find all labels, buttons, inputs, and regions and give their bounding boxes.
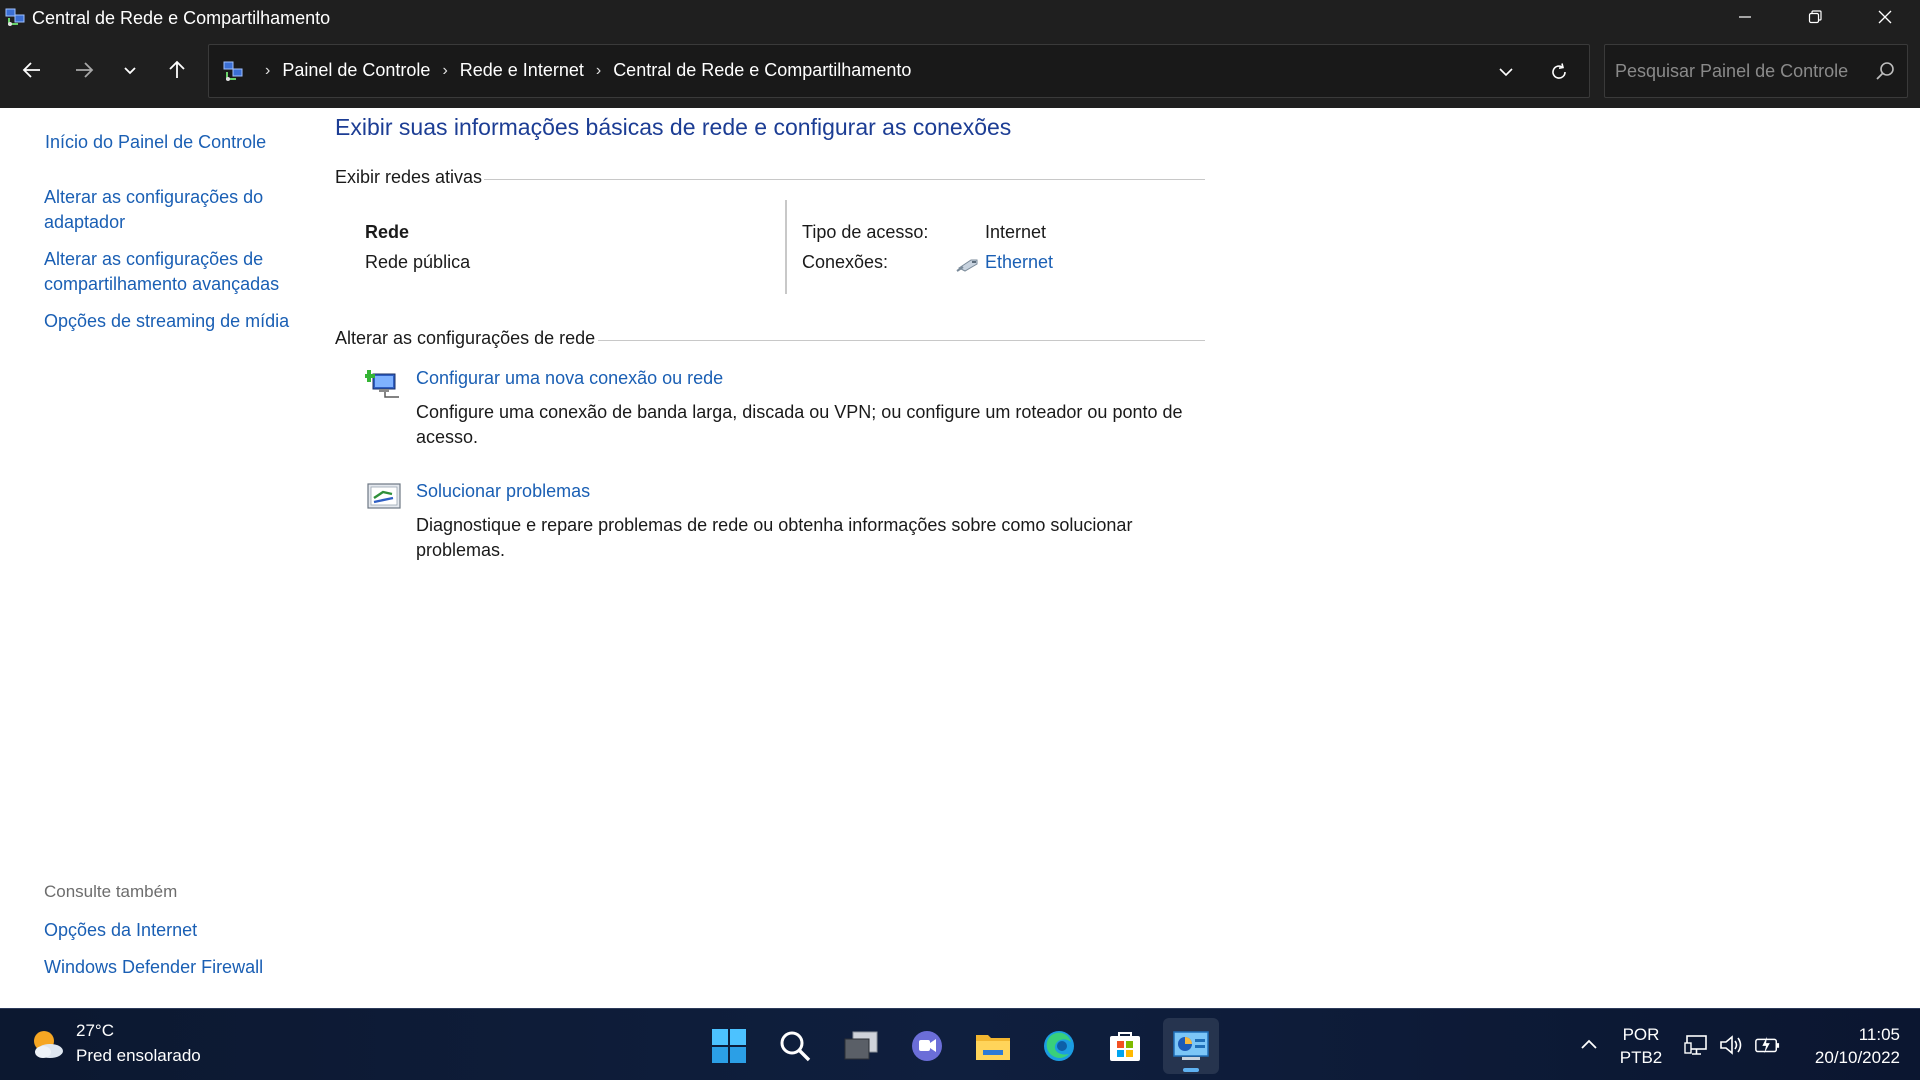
start-icon [712,1029,746,1063]
back-button[interactable] [12,52,52,88]
network-wired-icon[interactable] [1684,1033,1710,1057]
task-view-button[interactable] [833,1018,889,1074]
control-panel-taskbar-button[interactable] [1163,1018,1219,1074]
breadcrumb-network-center[interactable]: Central de Rede e Compartilhamento [613,60,911,81]
volume-icon[interactable] [1718,1033,1744,1057]
keyboard-layout: PTB2 [1619,1048,1663,1067]
teams-chat-button[interactable] [899,1018,955,1074]
section-divider [484,179,1205,180]
page-title: Exibir suas informações básicas de rede … [335,114,1012,140]
address-dropdown-button[interactable] [1492,58,1520,86]
ethernet-link[interactable]: Ethernet [985,252,1053,273]
arrow-up-icon [169,60,185,78]
ethernet-icon [956,259,978,272]
chevron-down-icon [124,67,136,75]
window-title: Central de Rede e Compartilhamento [32,8,331,28]
input-language-indicator[interactable]: POR PTB2 [1618,1023,1664,1069]
system-clock[interactable]: 11:05 20/10/2022 [1800,1023,1900,1069]
refresh-icon [1552,63,1566,79]
new-connection-icon [365,370,399,398]
network-category: Rede pública [365,252,471,272]
sidebar-link-internet-options[interactable]: Opções da Internet [44,918,304,943]
sidebar-link-defender-firewall[interactable]: Windows Defender Firewall [44,955,304,980]
task-link-troubleshoot[interactable]: Solucionar problemas [416,481,590,502]
store-button[interactable] [1097,1018,1153,1074]
chat-icon [912,1031,942,1061]
arrow-right-icon [76,62,94,78]
forward-button[interactable] [64,52,104,88]
task-view-icon [844,1031,878,1060]
weather-sun-cloud-icon[interactable] [28,1025,66,1063]
chevron-up-icon[interactable] [1578,1033,1600,1055]
breadcrumb: › Painel de Controle › Rede e Internet ›… [253,60,911,81]
access-type-label: Tipo de acesso: [802,222,929,242]
chevron-down-icon [1499,68,1513,77]
close-button[interactable] [1850,0,1920,34]
navigation-bar: › Painel de Controle › Rede e Internet ›… [0,34,1920,108]
recent-locations-button[interactable] [110,52,150,88]
change-settings-heading: Alterar as configurações de rede [335,328,596,348]
start-button[interactable] [701,1018,757,1074]
search-box [1604,44,1908,98]
weather-description[interactable]: Pred ensolarado [76,1046,201,1066]
breadcrumb-separator[interactable]: › [442,62,447,80]
sidebar: Início do Painel de Controle Alterar as … [0,108,315,1008]
troubleshoot-icon [367,483,401,509]
title-bar: Central de Rede e Compartilhamento [0,0,1920,34]
breadcrumb-separator[interactable]: › [596,62,601,80]
clock-time: 11:05 [1858,1025,1900,1044]
store-icon [1110,1032,1140,1061]
breadcrumb-control-panel[interactable]: Painel de Controle [282,60,430,81]
minimize-icon [1739,16,1751,18]
up-button[interactable] [157,52,197,88]
connections-label: Conexões: [802,252,889,272]
task-description-troubleshoot: Diagnostique e repare problemas de rede … [416,515,1133,560]
taskbar: 27°C Pred ensolarado POR PTB2 11:05 20/1… [0,1008,1920,1080]
search-icon [780,1031,811,1062]
network-name: Rede [365,222,410,242]
edge-icon [1044,1031,1074,1061]
control-panel-icon [1173,1031,1209,1060]
sidebar-link-advanced-sharing[interactable]: Alterar as configurações de compartilham… [44,247,304,297]
minimize-button[interactable] [1710,0,1780,34]
task-description-new-connection: Configure uma conexão de banda larga, di… [416,402,1183,447]
weather-temperature[interactable]: 27°C [76,1021,114,1041]
section-divider [598,340,1205,341]
file-explorer-button[interactable] [965,1018,1021,1074]
restore-icon [1808,10,1822,24]
restore-button[interactable] [1780,0,1850,34]
edge-button[interactable] [1031,1018,1087,1074]
arrow-left-icon [22,62,40,78]
sidebar-link-control-panel-home[interactable]: Início do Painel de Controle [45,130,305,155]
taskbar-search-button[interactable] [767,1018,823,1074]
sidebar-link-adapter-settings[interactable]: Alterar as configurações do adaptador [44,185,304,235]
battery-charging-icon[interactable] [1754,1033,1780,1057]
access-type-value: Internet [985,222,1047,242]
close-icon [1878,10,1892,24]
control-panel-icon [223,61,243,81]
see-also-heading: Consulte também [44,882,178,901]
address-bar[interactable]: › Painel de Controle › Rede e Internet ›… [208,44,1590,98]
sidebar-link-media-streaming[interactable]: Opções de streaming de mídia [44,309,304,334]
breadcrumb-separator[interactable]: › [265,62,270,80]
file-explorer-icon [976,1035,1010,1060]
active-networks-heading: Exibir redes ativas [335,167,483,187]
active-app-indicator [1183,1068,1199,1072]
search-input[interactable] [1615,57,1865,85]
breadcrumb-network-internet[interactable]: Rede e Internet [460,60,584,81]
task-link-new-connection[interactable]: Configurar uma nova conexão ou rede [416,368,723,389]
clock-date: 20/10/2022 [1814,1048,1900,1067]
search-icon[interactable] [1873,60,1897,84]
network-center-icon [5,8,25,26]
refresh-button[interactable] [1545,58,1573,86]
language-code: POR [1622,1025,1660,1044]
network-divider [785,200,787,294]
